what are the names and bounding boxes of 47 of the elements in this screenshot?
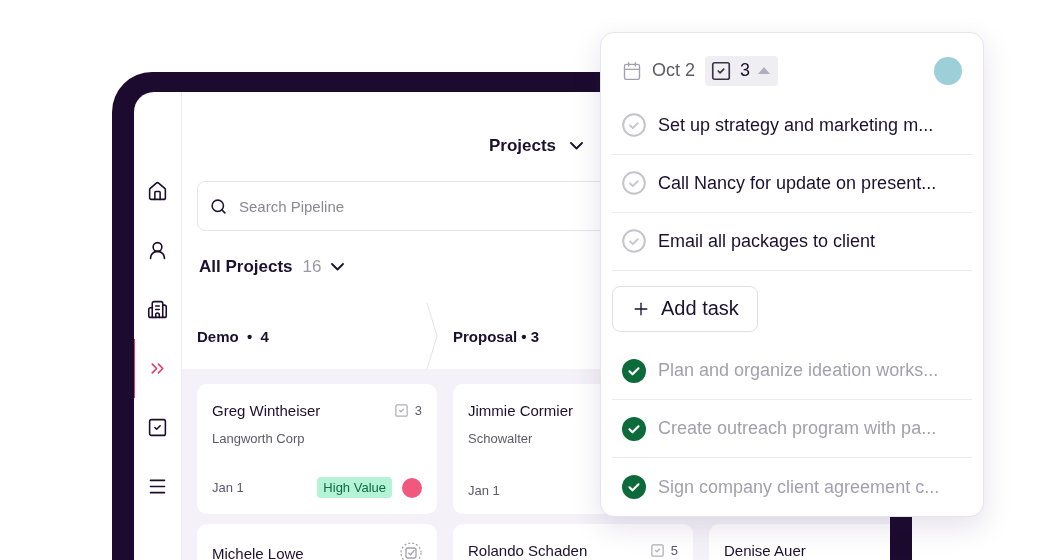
done-check-icon[interactable] [622, 475, 646, 500]
project-card[interactable]: Greg Wintheiser 3 Langworth Corp Jan 1 High Value [197, 384, 437, 514]
checkbox-icon [393, 403, 409, 418]
contact-name: Denise Auer [724, 542, 806, 559]
chevron-divider [426, 303, 438, 369]
due-date: Oct 2 [652, 60, 695, 82]
project-card[interactable]: Rolando Schaden 5 [453, 524, 693, 560]
project-card[interactable]: Denise Auer [709, 524, 890, 560]
task-count-toggle[interactable]: 3 [705, 55, 779, 86]
card-date: Jan 1 [468, 483, 500, 498]
done-check-icon[interactable] [622, 416, 646, 441]
checkbox-icon [649, 543, 665, 558]
calendar-icon [622, 60, 642, 81]
search-icon [210, 197, 227, 215]
contact-name: Michele Lowe [212, 544, 304, 560]
task-count: 5 [649, 543, 678, 558]
checkbox-icon [710, 59, 732, 82]
card-date: Jan 1 [212, 480, 244, 495]
avatar [934, 56, 962, 85]
stage-name: Demo • 4 [197, 327, 269, 345]
home-icon [147, 181, 168, 202]
chevron-down-icon [570, 141, 584, 150]
task-text: Set up strategy and marketing m... [658, 114, 934, 136]
building-icon [147, 299, 168, 320]
contact-name: Rolando Schaden [468, 542, 588, 559]
company-name: Schowalter [468, 431, 533, 446]
dashed-check-icon [400, 542, 422, 560]
checkbox-icon [147, 417, 168, 438]
contact-name: Greg Wintheiser [212, 402, 321, 419]
chevron-down-icon [331, 263, 345, 271]
company-name: Langworth Corp [212, 431, 305, 446]
projects-dropdown[interactable]: Projects [488, 135, 584, 156]
check-circle-icon[interactable] [622, 171, 646, 196]
person-icon [147, 240, 168, 261]
add-task-button[interactable]: Add task [612, 285, 758, 333]
task-count: 3 [393, 403, 422, 418]
caret-up-icon [758, 67, 771, 75]
project-card[interactable]: Michele Lowe [197, 524, 437, 560]
project-filter[interactable]: All Projects 16 [199, 257, 345, 277]
tag: High Value [317, 477, 392, 498]
done-check-icon[interactable] [622, 358, 646, 383]
check-circle-icon[interactable] [622, 229, 646, 254]
task-text: Email all packages to client [658, 230, 876, 252]
task-text: Plan and organize ideation works... [658, 360, 939, 382]
contact-name: Jimmie Cormier [468, 402, 573, 419]
check-circle-icon[interactable] [622, 113, 646, 138]
stage-name: Proposal • 3 [453, 327, 540, 345]
